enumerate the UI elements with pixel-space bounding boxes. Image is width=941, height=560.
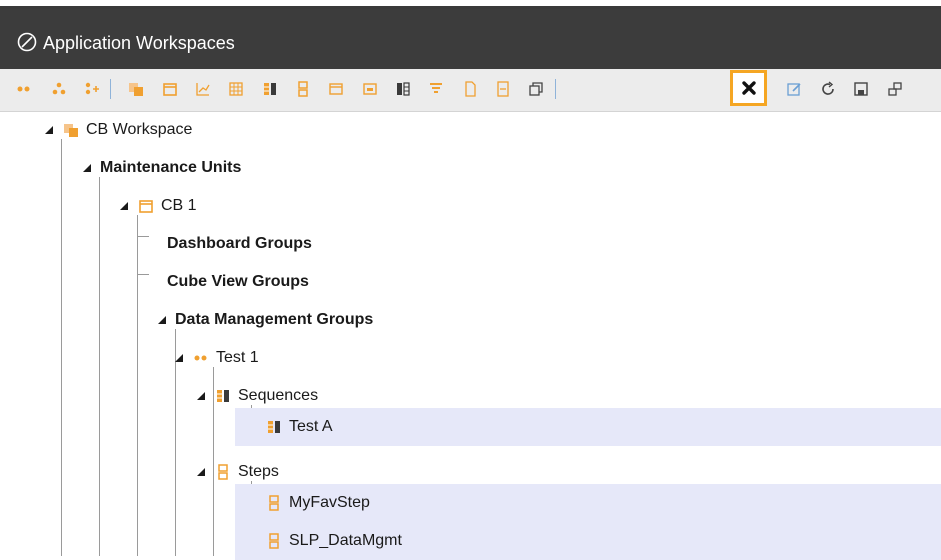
tree-row[interactable]: Test 1: [0, 339, 941, 377]
dm-group-add-icon[interactable]: [47, 77, 71, 101]
tree-label: CB Workspace: [86, 121, 193, 138]
tree-label: MyFavStep: [289, 494, 370, 511]
sequence-icon[interactable]: [258, 77, 282, 101]
tree-row[interactable]: Dashboard Groups: [0, 225, 941, 263]
tree-node-steps[interactable]: Steps: [196, 462, 279, 482]
tree-row-selected[interactable]: SLP_DataMgmt: [235, 522, 941, 560]
workspace-icon[interactable]: [124, 77, 148, 101]
list-icon[interactable]: [358, 77, 382, 101]
sequence-icon: [268, 421, 280, 433]
collapse-icon[interactable]: [157, 315, 167, 325]
collapse-icon[interactable]: [82, 163, 92, 173]
workspace-tree: CB Workspace Maintenance Units CB 1 Dash…: [0, 111, 941, 560]
tree-label: Sequences: [238, 387, 319, 404]
tree-label: Maintenance Units: [100, 159, 242, 176]
tree-node-maintenance-units[interactable]: Maintenance Units: [82, 158, 241, 178]
collapse-icon[interactable]: [174, 353, 184, 363]
collapse-icon[interactable]: [119, 201, 129, 211]
onestream-logo-icon: [17, 32, 37, 52]
tree-row[interactable]: Maintenance Units: [0, 149, 941, 187]
save-icon[interactable]: [849, 77, 873, 101]
tree-node-slp-datamgmt[interactable]: SLP_DataMgmt: [265, 531, 402, 551]
tree-node-dashboard-groups[interactable]: Dashboard Groups: [151, 234, 312, 254]
edit-icon[interactable]: [782, 77, 806, 101]
tree-node-test1[interactable]: Test 1: [174, 348, 259, 368]
maintenance-unit-icon: [139, 200, 153, 213]
tree-node-myfavstep[interactable]: MyFavStep: [265, 493, 370, 513]
tree-node-cube-view-groups[interactable]: Cube View Groups: [151, 272, 309, 292]
window-top-border: [0, 0, 941, 9]
parameter-icon[interactable]: [391, 77, 415, 101]
tree-label: CB 1: [161, 197, 197, 214]
grid-icon[interactable]: [224, 77, 248, 101]
tree-node-workspace[interactable]: CB Workspace: [44, 120, 192, 140]
step-icon[interactable]: [291, 77, 315, 101]
tree-row-selected[interactable]: MyFavStep: [235, 484, 941, 522]
collapse-icon[interactable]: [44, 125, 54, 135]
tree-label: Steps: [238, 463, 279, 480]
toolbar-separator: [555, 79, 556, 99]
tree-label: Cube View Groups: [167, 273, 309, 290]
tree-node-sequences[interactable]: Sequences: [196, 386, 318, 406]
delete-button[interactable]: [730, 70, 767, 106]
document-icon[interactable]: [491, 77, 515, 101]
tree-row[interactable]: CB Workspace: [0, 111, 941, 149]
toolbar-separator: [110, 79, 111, 99]
copy-icon[interactable]: [524, 77, 548, 101]
delete-icon: [741, 81, 756, 95]
tree-label: Test A: [289, 418, 333, 435]
dm-group-icon[interactable]: [12, 77, 36, 101]
tree-label: Test 1: [216, 349, 259, 366]
tree-label: SLP_DataMgmt: [289, 532, 402, 549]
tree-row[interactable]: CB 1: [0, 187, 941, 225]
sequence-icon: [217, 390, 229, 402]
title-bar: Application Workspaces: [0, 9, 941, 69]
collapse-icon[interactable]: [196, 467, 206, 477]
filter-icon[interactable]: [424, 77, 448, 101]
tree-label: Dashboard Groups: [167, 235, 312, 252]
tree-row-selected[interactable]: Test A: [235, 408, 941, 446]
toolbar: [0, 69, 941, 112]
file-icon[interactable]: [458, 77, 482, 101]
tree-node-test-a[interactable]: Test A: [265, 417, 333, 437]
window-title: Application Workspaces: [43, 33, 235, 53]
tree-row[interactable]: Data Management Groups: [0, 301, 941, 339]
tree-label: Data Management Groups: [175, 311, 374, 328]
workspace-icon: [64, 124, 78, 137]
chart-icon[interactable]: [191, 77, 215, 101]
tree-row[interactable]: Cube View Groups: [0, 263, 941, 301]
maintenance-unit-icon[interactable]: [158, 77, 182, 101]
tree-node-cb1[interactable]: CB 1: [119, 196, 197, 216]
refresh-icon[interactable]: [816, 77, 840, 101]
step-icon: [218, 464, 228, 480]
tree-node-dm-groups[interactable]: Data Management Groups: [157, 310, 373, 330]
step-icon: [269, 495, 279, 511]
dm-step-add-icon[interactable]: [80, 77, 104, 101]
collapse-icon[interactable]: [196, 391, 206, 401]
dm-group-icon: [194, 355, 207, 361]
step-icon: [269, 533, 279, 549]
report-icon[interactable]: [324, 77, 348, 101]
more-icon[interactable]: [883, 77, 907, 101]
